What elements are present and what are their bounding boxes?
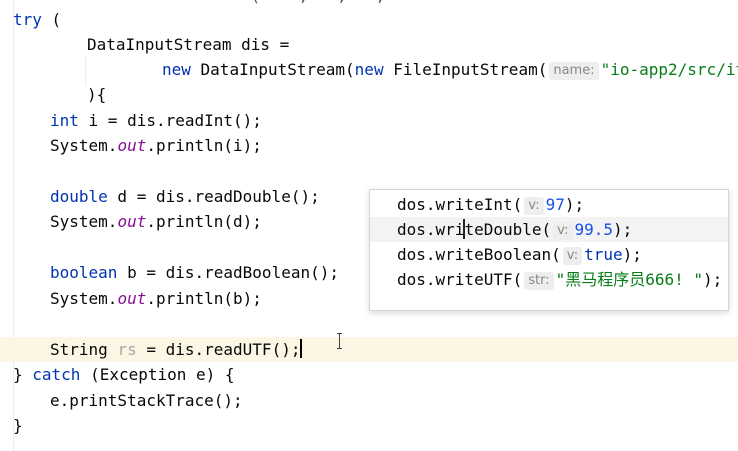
indent-guide: [85, 55, 86, 86]
unused-variable: rs: [117, 340, 137, 359]
code-line-5[interactable]: int i = dis.readInt();: [50, 108, 262, 133]
code-line-4[interactable]: ){: [87, 82, 106, 107]
code-line-8[interactable]: double d = dis.readDouble();: [50, 184, 320, 209]
code-line-17[interactable]: }: [13, 413, 23, 438]
code-line-2[interactable]: DataInputStream dis =: [87, 32, 289, 57]
popup-line-3[interactable]: dos.writeBoolean(v: true);: [397, 242, 642, 267]
keyword-try: try: [13, 10, 42, 29]
code-line-12[interactable]: System.out.println(b);: [50, 286, 262, 311]
code-line-11[interactable]: boolean b = dis.readBoolean();: [50, 260, 339, 285]
parameter-hint: name:: [549, 62, 599, 80]
type-name: DataInputStream: [87, 35, 232, 54]
mouse-ibeam-cursor-icon: [337, 333, 342, 349]
cut-off-line: ′ ( , , ,: [0, 0, 385, 6]
code-line-6[interactable]: System.out.println(i);: [50, 133, 262, 158]
text-caret: [300, 339, 303, 358]
code-preview-popup[interactable]: dos.writeInt(v: 97); dos.writeDouble(v: 99…: [369, 189, 729, 311]
code-line-1[interactable]: try (: [13, 7, 61, 32]
string-literal: "io-app2/src/ith: [600, 60, 738, 79]
code-line-14[interactable]: String rs = dis.readUTF();: [50, 337, 303, 362]
popup-line-4[interactable]: dos.writeUTF(str: "黑马程序员666! ");: [397, 267, 722, 292]
code-line-9[interactable]: System.out.println(d);: [50, 209, 262, 234]
code-line-16[interactable]: e.printStackTrace();: [50, 388, 243, 413]
code-line-15[interactable]: } catch (Exception e) {: [13, 362, 235, 387]
code-line-3[interactable]: new DataInputStream(new FileInputStream(…: [162, 57, 738, 82]
popup-line-1[interactable]: dos.writeInt(v: 97);: [397, 192, 584, 217]
popup-line-2[interactable]: dos.writeDouble(v: 99.5);: [397, 217, 632, 242]
